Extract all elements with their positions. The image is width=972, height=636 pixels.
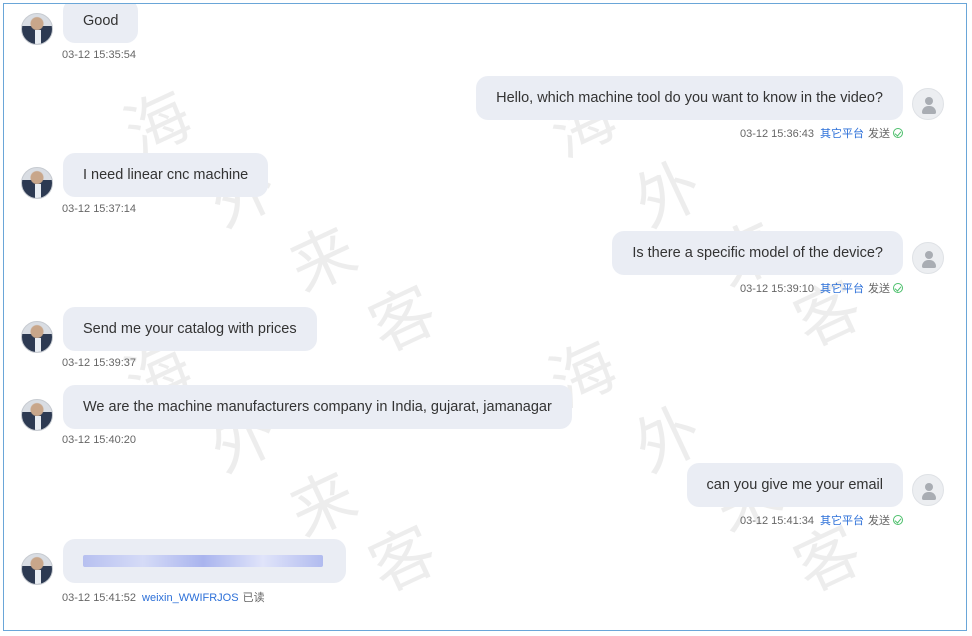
message-bubble: We are the machine manufacturers company…: [63, 385, 572, 429]
timestamp-text: 03-12 15:41:34: [739, 515, 814, 527]
sent-status: 发送: [868, 515, 890, 527]
customer-avatar[interactable]: [21, 553, 53, 585]
customer-avatar[interactable]: [21, 167, 53, 199]
message-timestamp: 03-12 15:35:54: [62, 49, 136, 61]
message-meta: 03-12 15:39:10 其它平台 发送: [740, 280, 903, 296]
customer-avatar[interactable]: [21, 399, 53, 431]
agent-avatar[interactable]: [912, 242, 944, 274]
sender-link[interactable]: weixin_WWIFRJOS: [142, 592, 239, 604]
message-timestamp: 03-12 15:40:20: [62, 434, 136, 446]
platform-link[interactable]: 其它平台: [820, 128, 864, 140]
message-bubble: Hello, which machine tool do you want to…: [476, 76, 903, 120]
sent-status: 发送: [868, 128, 890, 140]
agent-avatar[interactable]: [912, 474, 944, 506]
watermark-char: 客: [358, 273, 449, 368]
watermark-char: 外: [623, 148, 714, 243]
customer-avatar[interactable]: [21, 321, 53, 353]
timestamp-text: 03-12 15:40:20: [62, 434, 137, 446]
timestamp-text: 03-12 15:39:37: [62, 357, 137, 369]
message-meta: 03-12 15:41:34 其它平台 发送: [740, 512, 903, 528]
sent-status: 发送: [868, 283, 890, 295]
email-link[interactable]: [83, 553, 323, 569]
read-status: 已读: [242, 592, 265, 604]
watermark-char: 来: [278, 213, 369, 308]
message-bubble: I need linear cnc machine: [63, 153, 269, 197]
message-meta: 03-12 15:41:52 weixin_WWIFRJOS 已读: [62, 589, 265, 605]
timestamp-text: 03-12 15:35:54: [62, 49, 137, 61]
message-timestamp: 03-12 15:39:37: [62, 357, 136, 369]
message-bubble: Good: [63, 4, 139, 43]
timestamp-text: 03-12 15:36:43: [739, 128, 814, 140]
redacted-email-blur: [83, 555, 323, 568]
watermark-char: 客: [358, 513, 449, 608]
timestamp-text: 03-12 15:41:52: [62, 592, 137, 604]
message-bubble: Send me your catalog with prices: [63, 307, 317, 351]
agent-avatar[interactable]: [912, 88, 944, 120]
sent-check-icon: [893, 283, 903, 293]
message-bubble: [63, 539, 346, 583]
timestamp-text: 03-12 15:37:14: [62, 203, 137, 215]
customer-avatar[interactable]: [21, 13, 53, 45]
sent-check-icon: [893, 128, 903, 138]
platform-link[interactable]: 其它平台: [820, 515, 864, 527]
timestamp-text: 03-12 15:39:10: [739, 283, 814, 295]
platform-link[interactable]: 其它平台: [820, 283, 864, 295]
message-bubble: Is there a specific model of the device?: [612, 231, 903, 275]
message-meta: 03-12 15:36:43 其它平台 发送: [740, 125, 903, 141]
message-timestamp: 03-12 15:37:14: [62, 203, 136, 215]
message-bubble: can you give me your email: [686, 463, 903, 507]
sent-check-icon: [893, 515, 903, 525]
chat-window: 海 外 来 客 海 外 来 客 海 外 来 客 海 外 来 客 Good 03-…: [3, 3, 967, 631]
